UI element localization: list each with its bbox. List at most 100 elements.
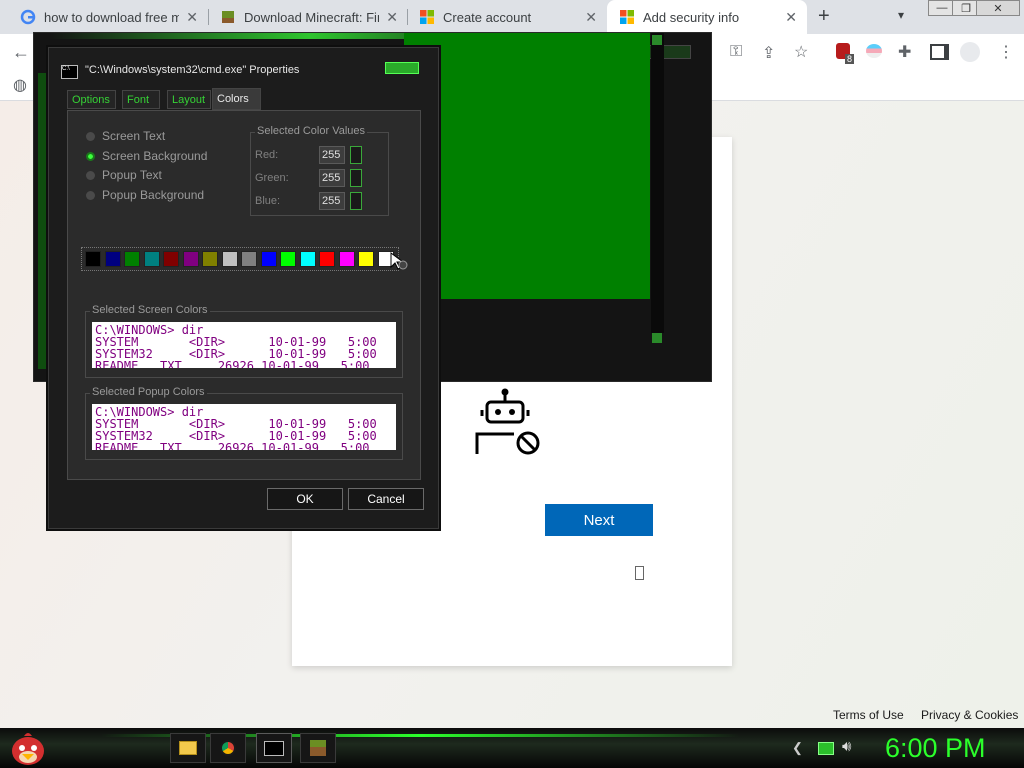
radio-screen-text[interactable]: Screen Text	[86, 129, 165, 143]
green-spinner-icon[interactable]	[350, 169, 362, 187]
tab-minecraft[interactable]: Download Minecraft: Fin ✕	[208, 0, 408, 34]
taskbar	[0, 728, 1024, 768]
next-button[interactable]: Next	[545, 504, 653, 536]
radio-label: Screen Background	[102, 149, 208, 163]
red-label: Red:	[255, 149, 279, 161]
back-arrow-icon[interactable]: ←	[12, 42, 30, 63]
blue-spinner-icon[interactable]	[350, 192, 362, 210]
color-swatch[interactable]	[299, 251, 316, 267]
color-swatch[interactable]	[241, 251, 257, 267]
extension-icon[interactable]	[866, 44, 882, 58]
radio-label: Popup Text	[102, 168, 162, 182]
tab-layout[interactable]: Layout	[167, 90, 211, 109]
close-dialog-icon[interactable]	[385, 62, 419, 74]
microsoft-icon	[620, 10, 634, 24]
tab-options[interactable]: Options	[67, 90, 116, 109]
star-icon[interactable]: ☆	[794, 42, 808, 62]
radio-popup-background[interactable]: Popup Background	[86, 188, 204, 202]
tab-add-security-info[interactable]: Add security info ✕	[607, 0, 807, 34]
close-tab-icon[interactable]: ✕	[785, 9, 797, 26]
color-swatch[interactable]	[202, 251, 218, 267]
color-swatch[interactable]	[163, 251, 179, 267]
new-tab-button[interactable]: +	[818, 5, 830, 28]
color-palette	[81, 247, 399, 271]
group-label: Selected Color Values	[255, 125, 368, 137]
cancel-button[interactable]: Cancel	[348, 488, 424, 510]
taskbar-clock[interactable]: 6:00 PM	[885, 733, 986, 764]
green-input[interactable]: 255	[319, 169, 345, 187]
share-icon[interactable]: ⇪	[762, 43, 775, 63]
close-window-icon[interactable]: ✕	[976, 0, 1020, 16]
tab-font[interactable]: Font	[122, 90, 160, 109]
green-label: Green:	[255, 172, 289, 184]
dialog-title: "C:\Windows\system32\cmd.exe" Properties	[85, 64, 300, 76]
close-tab-icon[interactable]: ✕	[585, 9, 597, 26]
tray-chevron-icon[interactable]: ❮	[792, 740, 803, 756]
tab-title: Add security info	[643, 9, 740, 25]
robot-blocked-icon	[475, 388, 540, 455]
tab-google-search[interactable]: how to download free mi ✕	[8, 0, 208, 34]
side-panel-icon[interactable]	[930, 44, 949, 60]
chrome-icon[interactable]	[210, 733, 246, 763]
blue-input[interactable]: 255	[319, 192, 345, 210]
red-spinner-icon[interactable]	[350, 146, 362, 164]
cmd-icon: C:\	[61, 65, 78, 79]
angry-bird-start-icon[interactable]	[8, 730, 48, 766]
color-swatch[interactable]	[143, 251, 160, 267]
selected-popup-colors-group: Selected Popup Colors C:\WINDOWS> dir SYS…	[85, 386, 403, 460]
file-explorer-icon[interactable]	[170, 733, 206, 763]
ok-button[interactable]: OK	[267, 488, 343, 510]
close-tab-icon[interactable]: ✕	[386, 9, 398, 26]
minecraft-icon	[222, 11, 234, 23]
key-icon[interactable]: ⚿	[730, 43, 742, 61]
profile-avatar[interactable]	[960, 42, 980, 62]
radio-popup-text[interactable]: Popup Text	[86, 168, 162, 182]
color-swatch[interactable]	[358, 251, 374, 267]
volume-icon[interactable]: 🔊︎	[842, 738, 851, 755]
microsoft-icon	[420, 10, 434, 24]
console-scrollbar[interactable]	[651, 33, 664, 343]
tab-colors[interactable]: Colors	[212, 88, 261, 110]
color-swatch[interactable]	[260, 251, 277, 267]
globe-icon[interactable]: ◍	[13, 75, 27, 95]
more-menu-icon[interactable]: ⋮	[998, 42, 1014, 62]
selected-screen-colors-group: Selected Screen Colors C:\WINDOWS> dir SY…	[85, 304, 403, 378]
blue-label: Blue:	[255, 195, 281, 207]
color-swatch[interactable]	[280, 251, 296, 267]
tab-title: how to download free mi	[44, 9, 179, 25]
network-icon[interactable]	[818, 742, 834, 755]
radio-label: Screen Text	[102, 129, 166, 143]
cmd-taskbar-icon[interactable]	[256, 733, 292, 763]
console-output[interactable]	[404, 33, 650, 299]
tab-strip: how to download free mi ✕ Download Minec…	[0, 0, 1024, 34]
color-swatch[interactable]	[319, 251, 335, 267]
radio-indicator	[86, 170, 95, 180]
close-tab-icon[interactable]: ✕	[186, 9, 198, 26]
chevron-down-icon[interactable]: ▾	[898, 8, 904, 22]
radio-screen-background[interactable]: Screen Background	[86, 149, 207, 163]
color-swatch[interactable]	[338, 251, 355, 267]
popup-colors-preview: C:\WINDOWS> dir SYSTEM <DIR> 10-01-99 5:0…	[92, 404, 396, 450]
red-input[interactable]: 255	[319, 146, 345, 164]
color-swatch[interactable]	[104, 251, 121, 267]
color-swatch[interactable]	[221, 251, 238, 267]
mouse-cursor-icon	[390, 252, 408, 270]
selected-color-values-group: Selected Color Values Red: Green: Blue: …	[250, 125, 389, 216]
color-swatch[interactable]	[124, 251, 140, 267]
tab-title: Download Minecraft: Fin	[244, 9, 379, 25]
google-icon	[20, 9, 36, 25]
tab-create-account[interactable]: Create account ✕	[407, 0, 607, 34]
puzzle-icon[interactable]: ✚	[898, 42, 911, 62]
extension-badge: 8	[845, 54, 855, 64]
radio-indicator	[86, 151, 95, 161]
minecraft-taskbar-icon[interactable]	[300, 733, 336, 763]
scroll-down-icon[interactable]	[652, 333, 662, 343]
terms-link[interactable]: Terms of Use	[833, 708, 904, 722]
tab-title: Create account	[443, 9, 532, 25]
scroll-up-icon[interactable]	[652, 35, 662, 45]
privacy-link[interactable]: Privacy & Cookies	[921, 708, 1018, 722]
color-swatch[interactable]	[182, 251, 199, 267]
color-swatch[interactable]	[85, 251, 101, 267]
properties-dialog: C:\ "C:\Windows\system32\cmd.exe" Proper…	[48, 47, 439, 529]
radio-label: Popup Background	[102, 188, 205, 202]
